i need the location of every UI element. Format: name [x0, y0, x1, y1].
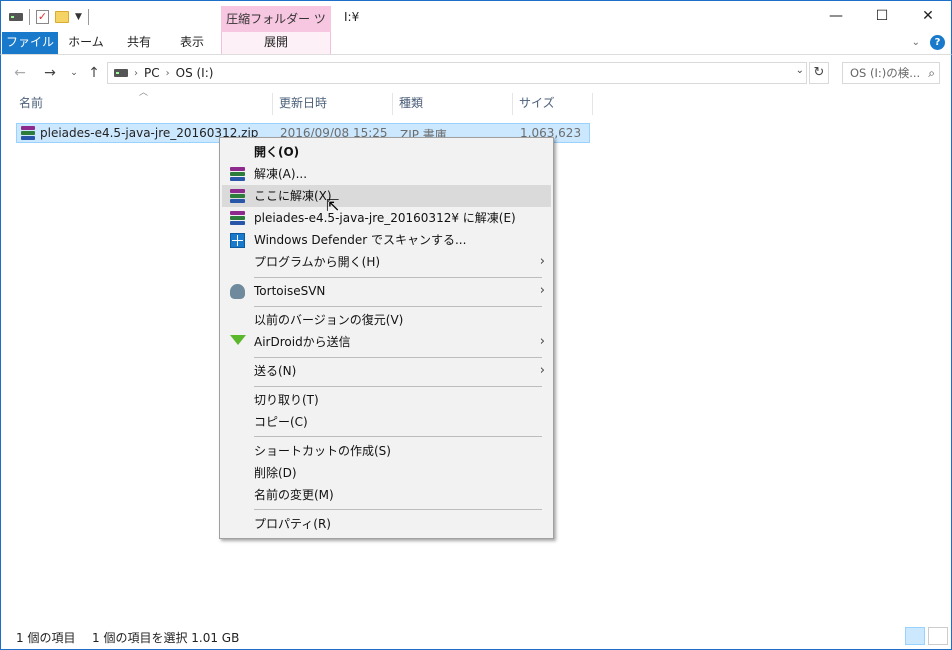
- menu-item-label: 名前の変更(M): [254, 488, 334, 502]
- column-header-modified[interactable]: 更新日時: [273, 93, 393, 115]
- menu-item-extract-here[interactable]: ここに解凍(X): [222, 185, 551, 207]
- tab-share[interactable]: 共有: [115, 32, 163, 54]
- breadcrumb-pc[interactable]: PC: [144, 66, 160, 80]
- search-icon: ⌕: [928, 66, 935, 80]
- menu-item-label: ショートカットの作成(S): [254, 444, 391, 458]
- address-bar[interactable]: › PC › OS (I:) ⌄: [107, 62, 807, 84]
- search-placeholder: OS (I:)の検...: [850, 66, 921, 80]
- menu-item-restore-previous-versions[interactable]: 以前のバージョンの復元(V): [222, 309, 551, 331]
- menu-divider: [254, 436, 542, 437]
- properties-icon[interactable]: ✓: [36, 10, 49, 24]
- submenu-chevron-icon: ›: [539, 334, 545, 349]
- drive-icon: [114, 69, 128, 77]
- tortoisesvn-icon: [230, 284, 245, 299]
- item-count: 1 個の項目: [16, 631, 76, 645]
- chevron-right-icon[interactable]: ›: [134, 68, 138, 79]
- menu-item-label: AirDroidから送信: [254, 335, 351, 349]
- menu-item-label: コピー(C): [254, 415, 308, 429]
- up-arrow-icon[interactable]: ↑: [85, 64, 103, 82]
- menu-divider: [254, 509, 542, 510]
- status-bar: 1 個の項目 1 個の項目を選択 1.01 GB: [0, 621, 952, 650]
- menu-item-label: プログラムから開く(H): [254, 255, 381, 269]
- close-button[interactable]: ✕: [905, 5, 951, 29]
- menu-item-label: Windows Defender でスキャンする...: [254, 233, 467, 247]
- menu-item-copy[interactable]: コピー(C): [222, 411, 551, 433]
- menu-item-open-with[interactable]: プログラムから開く(H) ›: [222, 251, 551, 273]
- menu-divider: [254, 306, 542, 307]
- window-title: I:¥: [344, 10, 360, 24]
- menu-item-label: TortoiseSVN: [254, 284, 326, 298]
- menu-divider: [254, 386, 542, 387]
- chevron-right-icon[interactable]: ›: [166, 68, 170, 79]
- customize-toolbar-chevron-icon[interactable]: ▼: [75, 12, 82, 22]
- tab-view[interactable]: 表示: [167, 32, 217, 54]
- context-menu: 開く(O) 解凍(A)... ここに解凍(X) pleiades-e4.5-ja…: [219, 137, 554, 539]
- menu-item-label: 送る(N): [254, 364, 297, 378]
- back-arrow-icon[interactable]: ←: [11, 64, 29, 82]
- menu-item-label: 解凍(A)...: [254, 167, 308, 181]
- menu-item-label: 削除(D): [254, 466, 297, 480]
- submenu-chevron-icon: ›: [539, 283, 545, 298]
- forward-arrow-icon[interactable]: →: [41, 64, 59, 82]
- winrar-icon: [230, 189, 245, 204]
- tab-home[interactable]: ホーム: [61, 32, 111, 54]
- winrar-archive-icon: [21, 126, 35, 140]
- winrar-icon: [230, 167, 245, 182]
- menu-item-delete[interactable]: 削除(D): [222, 462, 551, 484]
- submenu-chevron-icon: ›: [539, 363, 545, 378]
- menu-item-label: 切り取り(T): [254, 393, 319, 407]
- menu-item-open[interactable]: 開く(O): [222, 141, 551, 163]
- large-icons-view-icon[interactable]: [928, 627, 948, 645]
- menu-item-defender-scan[interactable]: Windows Defender でスキャンする...: [222, 229, 551, 251]
- menu-item-label: プロパティ(R): [254, 517, 331, 531]
- menu-item-airdroid-send[interactable]: AirDroidから送信 ›: [222, 331, 551, 353]
- help-icon[interactable]: ?: [930, 35, 945, 50]
- windows-defender-icon: [230, 233, 245, 248]
- ribbon-tabs: ファイル ホーム 共有 表示 展開 ⌄ ?: [0, 32, 952, 55]
- breadcrumb-drive[interactable]: OS (I:): [176, 66, 214, 80]
- compressed-folder-tools-header: 圧縮フォルダー ツール: [221, 6, 331, 52]
- divider: [29, 9, 30, 25]
- ribbon-controls: ⌄ ?: [912, 35, 945, 50]
- winrar-icon: [230, 211, 245, 226]
- tab-file[interactable]: ファイル: [2, 32, 58, 54]
- selection-info: 1 個の項目を選択 1.01 GB: [92, 631, 240, 645]
- menu-item-send-to[interactable]: 送る(N) ›: [222, 360, 551, 382]
- menu-item-properties[interactable]: プロパティ(R): [222, 513, 551, 535]
- quick-access-toolbar: ✓ ▼: [9, 7, 89, 27]
- details-view-icon[interactable]: [905, 627, 925, 645]
- refresh-button[interactable]: ↻: [809, 62, 829, 84]
- menu-item-extract-files[interactable]: 解凍(A)...: [222, 163, 551, 185]
- menu-item-label: 開く(O): [254, 145, 300, 159]
- menu-item-rename[interactable]: 名前の変更(M): [222, 484, 551, 506]
- menu-item-extract-to-folder[interactable]: pleiades-e4.5-java-jre_20160312¥ に解凍(E): [222, 207, 551, 229]
- maximize-button[interactable]: ☐: [859, 5, 905, 29]
- new-folder-icon[interactable]: [55, 11, 69, 23]
- menu-item-label: 以前のバージョンの復元(V): [254, 313, 404, 327]
- submenu-chevron-icon: ›: [539, 254, 545, 269]
- divider: [87, 9, 89, 25]
- menu-item-create-shortcut[interactable]: ショートカットの作成(S): [222, 440, 551, 462]
- expand-ribbon-chevron-icon[interactable]: ⌄: [912, 37, 920, 48]
- column-header-type[interactable]: 種類: [393, 93, 513, 115]
- menu-item-label: ここに解凍(X): [254, 189, 332, 203]
- tab-extract[interactable]: 展開: [221, 32, 331, 54]
- title-bar: ✓ ▼ 圧縮フォルダー ツール I:¥ — ☐ ✕: [0, 0, 952, 52]
- drive-icon: [9, 13, 23, 21]
- column-header-name[interactable]: 名前: [13, 93, 273, 115]
- menu-divider: [254, 357, 542, 358]
- menu-item-label: pleiades-e4.5-java-jre_20160312¥ に解凍(E): [254, 211, 516, 225]
- address-dropdown-chevron-icon[interactable]: ⌄: [796, 65, 804, 76]
- menu-divider: [254, 277, 542, 278]
- airdroid-icon: [230, 335, 246, 350]
- minimize-button[interactable]: —: [813, 5, 859, 29]
- menu-item-cut[interactable]: 切り取り(T): [222, 389, 551, 411]
- search-input[interactable]: OS (I:)の検... ⌕: [842, 62, 940, 84]
- menu-item-tortoisesvn[interactable]: TortoiseSVN ›: [222, 280, 551, 302]
- column-header-size[interactable]: サイズ: [513, 93, 593, 115]
- mouse-cursor-icon: ⇱: [326, 196, 340, 215]
- recent-locations-chevron-icon[interactable]: ⌄: [65, 64, 83, 82]
